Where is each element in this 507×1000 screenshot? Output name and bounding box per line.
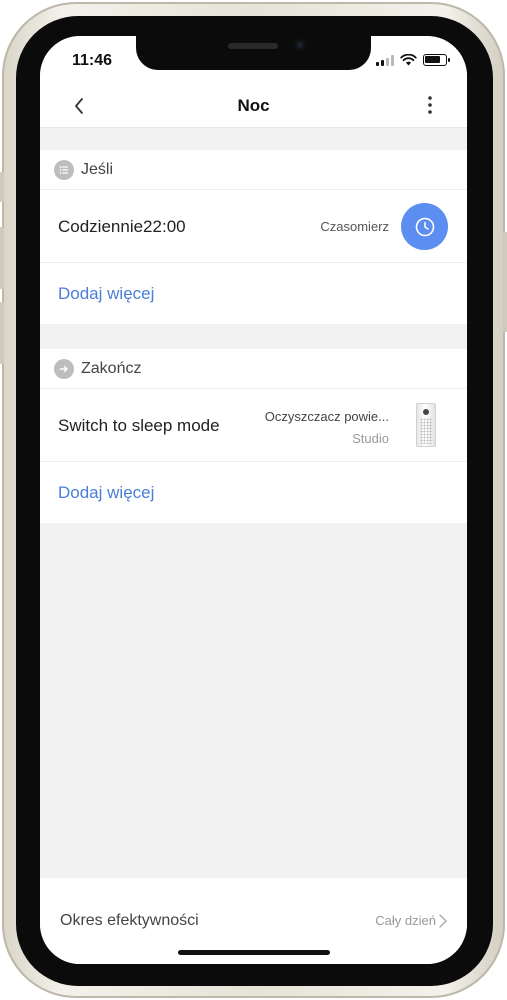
silent-switch — [0, 172, 4, 202]
effective-period-label: Okres efektywności — [60, 912, 199, 929]
chevron-right-icon — [439, 914, 447, 928]
arrow-right-icon — [54, 358, 74, 379]
then-add-more-row[interactable]: Dodaj więcej — [40, 462, 467, 523]
volume-up-button — [0, 227, 4, 289]
device-name: Oczyszczacz powie... — [264, 409, 389, 424]
then-section-label: Zakończ — [81, 359, 142, 377]
then-add-more-link[interactable]: Dodaj więcej — [58, 483, 154, 503]
air-purifier-icon — [416, 403, 436, 447]
cellular-signal-icon — [376, 54, 394, 66]
action-label: Switch to sleep mode — [58, 416, 220, 435]
if-section: Jeśli Codziennie22:00 Czasomierz Dodaj w… — [40, 150, 467, 324]
action-row[interactable]: Switch to sleep mode Oczyszczacz powie..… — [40, 389, 467, 462]
device-room: Studio — [352, 431, 389, 446]
speaker-grille — [228, 43, 278, 49]
condition-row[interactable]: Codziennie22:00 Czasomierz — [40, 190, 467, 263]
home-indicator[interactable] — [178, 950, 330, 955]
power-button — [503, 232, 507, 332]
if-section-label: Jeśli — [81, 160, 114, 178]
then-section-header: Zakończ — [40, 349, 467, 389]
clock-icon — [415, 217, 434, 236]
page-title: Noc — [237, 96, 270, 115]
if-add-more-row[interactable]: Dodaj więcej — [40, 263, 467, 324]
then-section: Zakończ Switch to sleep mode Oczyszczacz… — [40, 349, 467, 523]
status-time: 11:46 — [72, 52, 113, 69]
notch — [136, 36, 371, 70]
wifi-icon — [400, 54, 417, 66]
effective-period-value: Cały dzień — [375, 913, 436, 928]
condition-label: Codziennie22:00 — [58, 217, 186, 236]
condition-type: Czasomierz — [320, 219, 389, 234]
list-icon — [54, 159, 74, 180]
if-add-more-link[interactable]: Dodaj więcej — [58, 284, 154, 304]
if-section-header: Jeśli — [40, 150, 467, 190]
battery-icon — [423, 54, 450, 66]
navigation-bar: Noc — [40, 84, 467, 128]
volume-down-button — [0, 302, 4, 364]
app-screen: 11:46 Noc Jeśli Codziennie22:00 Czasomie… — [40, 36, 467, 964]
status-icons — [376, 54, 450, 66]
timer-button[interactable] — [401, 203, 448, 250]
more-vertical-icon[interactable] — [425, 93, 435, 117]
front-camera — [294, 39, 306, 51]
